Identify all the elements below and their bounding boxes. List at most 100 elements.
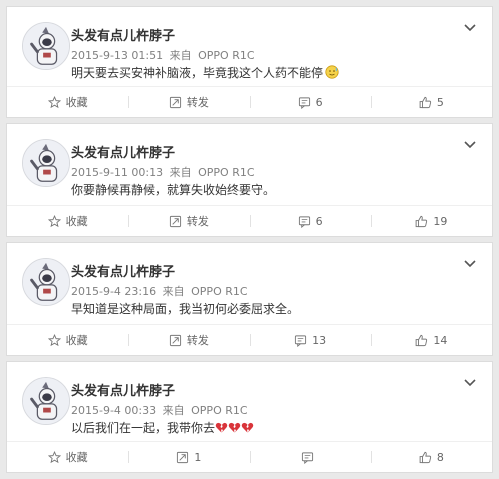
comment-count: 13 [312,333,327,347]
sweat-smile-emoji [325,65,339,79]
comment-icon [298,215,310,228]
comment-icon [295,334,307,347]
star-icon [47,95,61,108]
chevron-down-icon[interactable] [464,259,476,269]
favorite-button[interactable]: 收藏 [7,87,128,117]
post-header: 头发有点儿杵脖子 2015-9-13 01:51 来自 OPPO R1C 明天要… [7,7,492,89]
author-name[interactable]: 头发有点儿杵脖子 [71,142,175,161]
repost-button[interactable]: 1 [128,442,249,472]
broken-heart-emoji [215,422,228,433]
post-date[interactable]: 2015-9-4 23:16 [71,285,156,298]
repost-icon [169,334,181,346]
post-meta: 2015-9-4 00:33 来自 OPPO R1C [71,402,251,418]
author-name[interactable]: 头发有点儿杵脖子 [71,380,175,399]
avatar[interactable] [22,22,70,70]
like-count: 14 [433,333,448,347]
post-meta: 2015-9-11 00:13 来自 OPPO R1C [71,164,258,180]
post-actions: 收藏 1 8 [7,441,492,472]
avatar[interactable] [22,139,70,187]
author-name[interactable]: 头发有点儿杵脖子 [71,261,175,280]
post-actions: 收藏 转发 13 14 [7,324,492,355]
repost-button[interactable]: 转发 [128,325,249,355]
repost-count: 1 [194,450,202,464]
thumbs-up-icon [419,96,431,108]
source-prefix: 来自 [162,285,185,298]
favorite-label: 收藏 [65,451,88,464]
favorite-label: 收藏 [65,96,88,109]
comment-count: 6 [315,95,323,109]
repost-label: 转发 [186,96,209,109]
like-button[interactable]: 8 [370,442,492,472]
avatar[interactable] [22,377,70,425]
post-card: 头发有点儿杵脖子 2015-9-11 00:13 来自 OPPO R1C 你要静… [6,123,493,237]
like-count: 8 [436,450,444,464]
like-count: 5 [436,95,444,109]
post-actions: 收藏 转发 6 19 [7,205,492,236]
source-prefix: 来自 [169,49,192,62]
comment-button[interactable] [249,442,371,472]
post-card: 头发有点儿杵脖子 2015-9-4 00:33 来自 OPPO R1C 以后我们… [6,361,493,473]
post-text-row: 明天要去买安神补脑液，毕竟我这个人药不能停 [71,64,339,81]
broken-heart-emoji [228,422,241,433]
device-name[interactable]: OPPO R1C [198,49,254,62]
source-prefix: 来自 [169,166,192,179]
comment-count: 6 [315,214,323,228]
repost-icon [177,451,189,463]
post-text-row: 以后我们在一起，我带你去 [71,419,254,436]
post-actions: 收藏 转发 6 5 [7,86,492,117]
star-icon [47,214,61,227]
post-text: 明天要去买安神补脑液，毕竟我这个人药不能停 [71,66,324,80]
post-text-row: 你要静候再静候，就算失收始终要守。 [71,181,275,198]
post-header: 头发有点儿杵脖子 2015-9-4 23:16 来自 OPPO R1C 早知道是… [7,243,492,325]
device-name[interactable]: OPPO R1C [191,404,247,417]
broken-heart-emoji [241,422,254,433]
favorite-button[interactable]: 收藏 [7,206,128,236]
post-meta: 2015-9-13 01:51 来自 OPPO R1C [71,47,258,63]
like-button[interactable]: 14 [370,325,492,355]
post-date[interactable]: 2015-9-11 00:13 [71,166,163,179]
post-text: 你要静候再静候，就算失收始终要守。 [71,183,276,197]
like-button[interactable]: 5 [370,87,492,117]
favorite-label: 收藏 [65,215,88,228]
thumbs-up-icon [416,215,428,227]
repost-icon [169,215,181,227]
source-prefix: 来自 [162,404,185,417]
device-name[interactable]: OPPO R1C [198,166,254,179]
favorite-button[interactable]: 收藏 [7,325,128,355]
chevron-down-icon[interactable] [464,378,476,388]
post-text: 以后我们在一起，我带你去 [71,421,216,435]
author-name[interactable]: 头发有点儿杵脖子 [71,25,175,44]
post-card: 头发有点儿杵脖子 2015-9-13 01:51 来自 OPPO R1C 明天要… [6,6,493,118]
star-icon [47,333,61,346]
repost-label: 转发 [186,215,209,228]
favorite-button[interactable]: 收藏 [7,442,128,472]
weibo-feed: 头发有点儿杵脖子 2015-9-13 01:51 来自 OPPO R1C 明天要… [0,0,499,479]
post-date[interactable]: 2015-9-4 00:33 [71,404,156,417]
post-text-row: 早知道是这种局面，我当初何必委屈求全。 [71,300,299,317]
comment-icon [302,451,314,464]
post-card: 头发有点儿杵脖子 2015-9-4 23:16 来自 OPPO R1C 早知道是… [6,242,493,356]
comment-button[interactable]: 13 [249,325,371,355]
device-name[interactable]: OPPO R1C [191,285,247,298]
post-text: 早知道是这种局面，我当初何必委屈求全。 [71,302,300,316]
repost-button[interactable]: 转发 [128,87,249,117]
repost-icon [169,96,181,108]
like-button[interactable]: 19 [370,206,492,236]
post-header: 头发有点儿杵脖子 2015-9-11 00:13 来自 OPPO R1C 你要静… [7,124,492,206]
thumbs-up-icon [419,451,431,463]
avatar[interactable] [22,258,70,306]
comment-icon [298,96,310,109]
comment-button[interactable]: 6 [249,206,371,236]
post-date[interactable]: 2015-9-13 01:51 [71,49,163,62]
thumbs-up-icon [416,334,428,346]
favorite-label: 收藏 [65,334,88,347]
comment-button[interactable]: 6 [249,87,371,117]
chevron-down-icon[interactable] [464,140,476,150]
star-icon [47,450,61,463]
post-meta: 2015-9-4 23:16 来自 OPPO R1C [71,283,251,299]
chevron-down-icon[interactable] [464,23,476,33]
repost-button[interactable]: 转发 [128,206,249,236]
repost-label: 转发 [186,334,209,347]
post-header: 头发有点儿杵脖子 2015-9-4 00:33 来自 OPPO R1C 以后我们… [7,362,492,444]
like-count: 19 [433,214,448,228]
